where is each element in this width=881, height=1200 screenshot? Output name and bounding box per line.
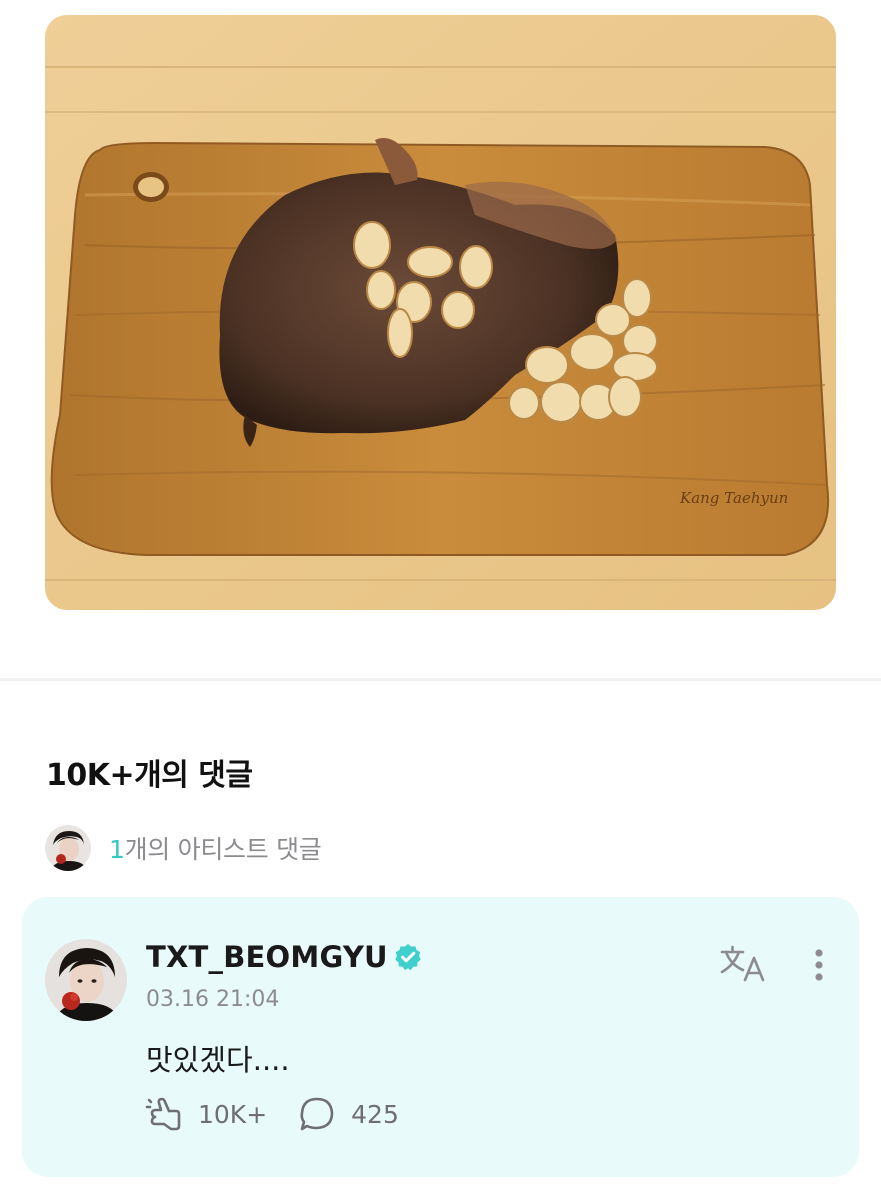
comment-text: 맛있겠다.... xyxy=(146,1043,290,1077)
commenter-avatar-image xyxy=(45,939,127,1021)
like-count: 10K+ xyxy=(198,1099,268,1129)
artist-comments-summary[interactable]: 1개의 아티스트 댓글 xyxy=(45,825,322,871)
more-options-button[interactable] xyxy=(804,945,834,985)
comments-heading: 10K+개의 댓글 xyxy=(46,758,253,793)
more-vertical-icon xyxy=(815,949,823,981)
comment-actions: 10K+ 425 xyxy=(144,1094,399,1134)
artist-mini-avatar xyxy=(45,825,91,871)
like-button[interactable]: 10K+ xyxy=(144,1094,267,1134)
reply-button[interactable]: 425 xyxy=(297,1094,399,1134)
translate-icon xyxy=(720,945,765,982)
comment-timestamp: 03.16 21:04 xyxy=(146,987,280,1012)
post-photo[interactable]: Kang Taehyun xyxy=(45,15,836,610)
artist-avatar-image xyxy=(45,825,91,871)
like-icon xyxy=(145,1097,181,1131)
commenter-avatar[interactable] xyxy=(45,939,127,1021)
reply-count: 425 xyxy=(351,1099,399,1129)
artist-comment-count: 1 xyxy=(109,835,125,864)
section-divider xyxy=(0,678,881,681)
reply-bubble-icon xyxy=(300,1097,334,1131)
verified-badge-icon xyxy=(394,944,421,971)
artist-comment-card: TXT_BEOMGYU 03.16 21:04 맛있겠다.... 10K+ 42… xyxy=(22,897,859,1177)
commenter-name[interactable]: TXT_BEOMGYU xyxy=(146,940,423,974)
photo-signature: Kang Taehyun xyxy=(679,489,788,507)
translate-button[interactable] xyxy=(719,943,767,983)
steak-photo-image: Kang Taehyun xyxy=(45,15,836,610)
artist-comment-label-text: 개의 아티스트 댓글 xyxy=(124,835,322,864)
commenter-username: TXT_BEOMGYU xyxy=(146,940,388,974)
artist-comments-label: 1개의 아티스트 댓글 xyxy=(109,830,322,866)
